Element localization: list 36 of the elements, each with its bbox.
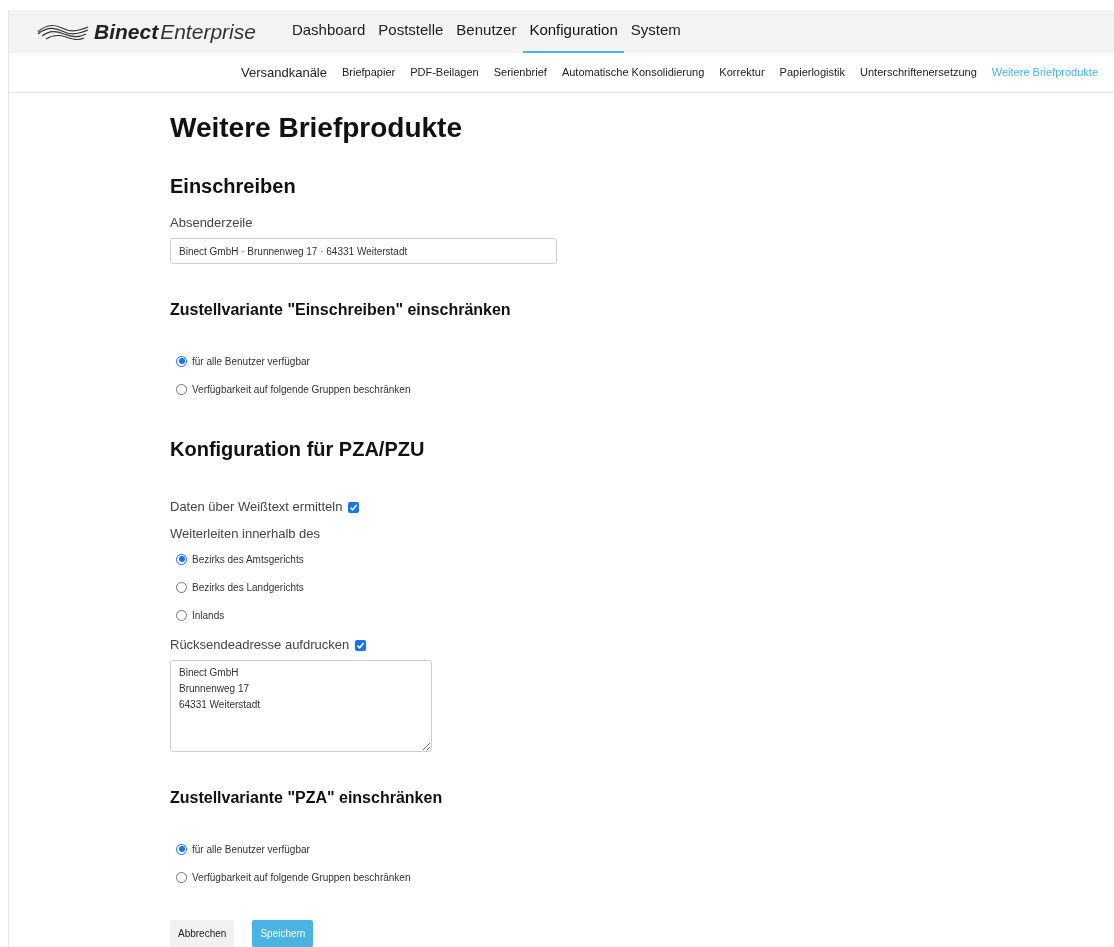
- product-name: Enterprise: [160, 20, 256, 44]
- checkbox[interactable]: [355, 639, 367, 651]
- text-area[interactable]: Binect GmbH Brunnenweg 17 64331 Weiterstadt: [170, 660, 432, 752]
- input-field[interactable]: Binect GmbH · Brunnenweg 17 · 64331 Weiterstadt: [170, 238, 557, 264]
- nav-tab[interactable]: Konfiguration: [523, 10, 624, 54]
- cancel-button[interactable]: Abbrechen: [170, 920, 235, 947]
- radio-label: für alle Benutzer verfügbar: [192, 842, 310, 857]
- subnav-link[interactable]: Briefpapier: [342, 64, 396, 81]
- subnav-link[interactable]: Unterschriftenersetzung: [860, 64, 977, 81]
- page-title: Weitere Briefprodukte: [170, 110, 463, 145]
- subnav-link[interactable]: Versandkanäle: [240, 62, 327, 83]
- checkbox-label: Rücksendeadresse aufdrucken: [170, 636, 350, 655]
- nav-tab[interactable]: System: [624, 10, 687, 54]
- nav-tab[interactable]: Poststelle: [372, 10, 450, 54]
- subsection-heading: Zustellvariante "Einschreiben" einschränken: [170, 300, 512, 320]
- section-heading: Konfiguration für PZA/PZU: [170, 437, 426, 462]
- radio-label: für alle Benutzer verfügbar: [192, 354, 310, 369]
- subnav-link[interactable]: PDF-Beilagen: [410, 64, 479, 81]
- checkbox-label: Daten über Weißtext ermitteln: [170, 498, 343, 517]
- subnav-link[interactable]: Serienbrief: [493, 64, 547, 81]
- field-label: Weiterleiten innerhalb des: [170, 525, 322, 542]
- nav-tab[interactable]: Dashboard: [285, 10, 372, 54]
- subsection-heading: Zustellvariante "PZA" einschränken: [170, 788, 444, 808]
- subnav-link[interactable]: Papierlogistik: [779, 64, 846, 81]
- subnav-link[interactable]: Automatische Konsolidierung: [561, 64, 705, 81]
- radio-label: Verfügbarkeit auf folgende Gruppen beschränken: [192, 870, 411, 885]
- brand-name: Binect: [94, 20, 159, 44]
- radio-label: Verfügbarkeit auf folgende Gruppen beschränken: [192, 382, 411, 397]
- section-heading: Einschreiben: [170, 173, 297, 199]
- radio-label: Inlands: [192, 608, 225, 623]
- radio-label: Bezirks des Amtsgerichts: [192, 552, 304, 567]
- checkbox[interactable]: [348, 501, 360, 513]
- subnav-link[interactable]: Korrektur: [719, 64, 765, 81]
- nav-tab[interactable]: Benutzer: [450, 10, 523, 54]
- field-label: Absenderzeile: [170, 213, 254, 232]
- radio-label: Bezirks des Landgerichts: [192, 580, 304, 595]
